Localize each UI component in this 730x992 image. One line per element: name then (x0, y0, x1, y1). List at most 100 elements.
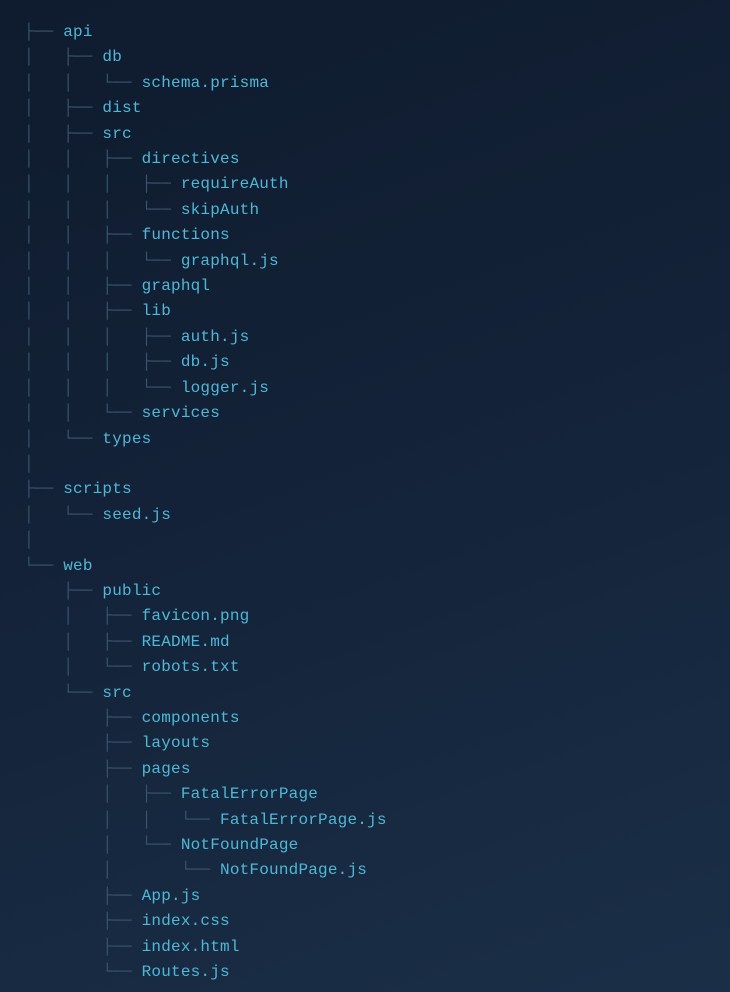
tree-row: ├── api (24, 20, 730, 45)
tree-row: │ │ ├── functions (24, 223, 730, 248)
tree-row: │ │ └── FatalErrorPage.js (24, 808, 730, 833)
tree-node-label: FatalErrorPage (181, 785, 318, 803)
tree-node-label: layouts (142, 734, 211, 752)
tree-branch-icon: │ └── (24, 658, 142, 676)
tree-branch-icon: │ (24, 455, 34, 473)
tree-branch-icon: │ │ └── (24, 404, 142, 422)
tree-row: │ ├── README.md (24, 630, 730, 655)
tree-branch-icon: │ │ └── (24, 811, 220, 829)
tree-row: │ (24, 452, 730, 477)
tree-node-label: db.js (181, 353, 230, 371)
file-tree: ├── api│ ├── db│ │ └── schema.prisma│ ├─… (0, 0, 730, 985)
tree-branch-icon: └── (24, 684, 102, 702)
tree-row: │ │ │ └── skipAuth (24, 198, 730, 223)
tree-branch-icon: │ │ │ ├── (24, 175, 181, 193)
tree-row: └── web (24, 554, 730, 579)
tree-node-label: src (102, 684, 131, 702)
tree-branch-icon: │ ├── (24, 633, 142, 651)
tree-branch-icon: │ │ ├── (24, 226, 142, 244)
tree-node-label: src (102, 125, 131, 143)
tree-row: │ └── seed.js (24, 503, 730, 528)
tree-row: │ │ │ └── graphql.js (24, 249, 730, 274)
tree-branch-icon: │ │ ├── (24, 277, 142, 295)
tree-node-label: NotFoundPage (181, 836, 299, 854)
tree-node-label: requireAuth (181, 175, 289, 193)
tree-branch-icon: │ └── (24, 430, 102, 448)
tree-row: │ │ │ ├── auth.js (24, 325, 730, 350)
tree-row: ├── index.css (24, 909, 730, 934)
tree-node-label: index.css (142, 912, 230, 930)
tree-row: │ ├── db (24, 45, 730, 70)
tree-branch-icon: │ │ ├── (24, 302, 142, 320)
tree-node-label: scripts (63, 480, 132, 498)
tree-row: │ ├── FatalErrorPage (24, 782, 730, 807)
tree-row: └── src (24, 681, 730, 706)
tree-node-label: favicon.png (142, 607, 250, 625)
tree-branch-icon: │ └── (24, 506, 102, 524)
tree-row: │ │ │ ├── requireAuth (24, 172, 730, 197)
tree-row: │ └── NotFoundPage (24, 833, 730, 858)
tree-node-label: schema.prisma (142, 74, 269, 92)
tree-node-label: dist (102, 99, 141, 117)
tree-node-label: graphql (142, 277, 211, 295)
tree-node-label: skipAuth (181, 201, 259, 219)
tree-node-label: web (63, 557, 92, 575)
tree-node-label: services (142, 404, 220, 422)
tree-node-label: components (142, 709, 240, 727)
tree-node-label: logger.js (181, 379, 269, 397)
tree-node-label: App.js (142, 887, 201, 905)
tree-branch-icon: ├── (24, 938, 142, 956)
tree-branch-icon: │ (24, 531, 34, 549)
tree-row: │ │ └── schema.prisma (24, 71, 730, 96)
tree-branch-icon: └── (24, 557, 63, 575)
tree-row: ├── index.html (24, 935, 730, 960)
tree-row: ├── layouts (24, 731, 730, 756)
tree-branch-icon: ├── (24, 760, 142, 778)
tree-branch-icon: ├── (24, 887, 142, 905)
tree-row: ├── components (24, 706, 730, 731)
tree-branch-icon: │ │ ├── (24, 150, 142, 168)
tree-branch-icon: ├── (24, 23, 63, 41)
tree-row: │ ├── dist (24, 96, 730, 121)
tree-node-label: db (102, 48, 122, 66)
tree-branch-icon: │ └── (24, 861, 220, 879)
tree-branch-icon: │ │ │ ├── (24, 353, 181, 371)
tree-row: ├── scripts (24, 477, 730, 502)
tree-branch-icon: ├── (24, 480, 63, 498)
tree-branch-icon: ├── (24, 734, 142, 752)
tree-row: ├── pages (24, 757, 730, 782)
tree-node-label: types (102, 430, 151, 448)
tree-row: │ (24, 528, 730, 553)
tree-row: │ └── NotFoundPage.js (24, 858, 730, 883)
tree-node-label: api (63, 23, 92, 41)
tree-branch-icon: │ │ │ └── (24, 379, 181, 397)
tree-row: ├── public (24, 579, 730, 604)
tree-node-label: auth.js (181, 328, 250, 346)
tree-branch-icon: │ ├── (24, 99, 102, 117)
tree-branch-icon: │ └── (24, 836, 181, 854)
tree-branch-icon: │ ├── (24, 607, 142, 625)
tree-row: │ │ │ └── logger.js (24, 376, 730, 401)
tree-branch-icon: │ ├── (24, 48, 102, 66)
tree-row: └── Routes.js (24, 960, 730, 985)
tree-branch-icon: │ │ └── (24, 74, 142, 92)
tree-node-label: robots.txt (142, 658, 240, 676)
tree-node-label: seed.js (102, 506, 171, 524)
tree-row: │ │ ├── lib (24, 299, 730, 324)
tree-row: │ ├── src (24, 122, 730, 147)
tree-node-label: Routes.js (142, 963, 230, 981)
tree-node-label: index.html (142, 938, 240, 956)
tree-row: │ └── types (24, 427, 730, 452)
tree-node-label: NotFoundPage.js (220, 861, 367, 879)
tree-branch-icon: │ │ │ └── (24, 201, 181, 219)
tree-branch-icon: ├── (24, 709, 142, 727)
tree-branch-icon: │ │ │ ├── (24, 328, 181, 346)
tree-branch-icon: └── (24, 963, 142, 981)
tree-branch-icon: ├── (24, 582, 102, 600)
tree-branch-icon: ├── (24, 912, 142, 930)
tree-row: │ │ │ ├── db.js (24, 350, 730, 375)
tree-node-label: pages (142, 760, 191, 778)
tree-row: │ └── robots.txt (24, 655, 730, 680)
tree-row: │ │ └── services (24, 401, 730, 426)
tree-node-label: README.md (142, 633, 230, 651)
